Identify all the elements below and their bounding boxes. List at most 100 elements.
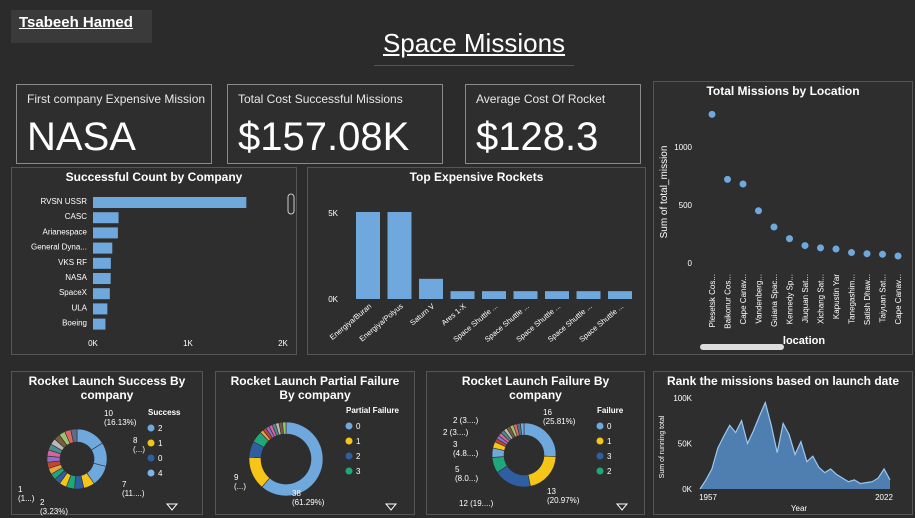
scatter-point — [786, 235, 793, 243]
kpi-value: $157.08K — [238, 115, 410, 159]
data-label: 7 — [122, 480, 127, 489]
legend-label: 1 — [356, 437, 361, 446]
bar — [513, 291, 538, 299]
category-label: Kennedy Sp... — [786, 274, 795, 324]
author-label: Tsabeeh Hamed — [11, 10, 152, 43]
legend-swatch — [596, 437, 604, 445]
data-label: 2 (3....) — [453, 416, 479, 425]
legend-swatch — [345, 422, 353, 430]
data-label: 1 — [18, 485, 23, 494]
legend-swatch — [147, 469, 155, 477]
bar — [356, 212, 380, 299]
data-label: 9 — [234, 473, 239, 482]
category-label: Xichang Sat... — [817, 274, 826, 324]
category-label: Boeing — [62, 319, 87, 328]
rockets-bar-panel: Top Expensive Rockets 5K 0K Energiya/Buran… — [307, 167, 646, 355]
success-donut-chart: Success210410(16.13%)8(...)7(11....)2(3.… — [18, 408, 181, 516]
category-label: Ares 1-X — [440, 302, 468, 328]
data-label: 8 — [133, 436, 138, 445]
y-axis-label: Sum of running total — [659, 415, 666, 478]
scrollbar-thumb — [700, 344, 784, 350]
y-tick-label: 0K — [682, 485, 692, 494]
data-label: (4.8....) — [453, 449, 479, 458]
data-label: (...) — [234, 482, 246, 491]
company-bar-panel: Successful Count by Company RVSN USSR CAS… — [11, 167, 297, 355]
data-label: (61.29%) — [292, 498, 325, 507]
x-tick-label: 2022 — [875, 493, 893, 502]
bar — [93, 257, 111, 269]
data-label: 2 (3....) — [443, 428, 469, 437]
data-label: 2 — [40, 498, 45, 507]
category-label: Tanegashim... — [848, 274, 857, 324]
legend-label: 0 — [607, 422, 612, 431]
category-label: ULA — [71, 303, 87, 312]
rank-area-panel: Rank the missions based on launch date 1… — [653, 371, 913, 515]
category-label: Satish Dhaw... — [863, 274, 872, 325]
data-label: 16 — [543, 408, 552, 417]
category-label: Kapustin Yar — [832, 274, 841, 319]
legend-title: Success — [148, 408, 181, 417]
data-label: (8.0...) — [455, 474, 478, 483]
data-label: (1...) — [18, 494, 35, 503]
y-axis-label: Sum of total_mission — [659, 146, 670, 239]
data-label: 10 — [104, 409, 113, 418]
scatter-point — [801, 242, 809, 250]
scatter-point — [739, 180, 747, 188]
data-label: (11....) — [122, 489, 145, 498]
bar — [387, 212, 412, 299]
kpi-label: Average Cost Of Rocket — [476, 92, 606, 106]
category-label: Plesetsk Cos... — [708, 274, 717, 327]
location-scatter-chart: 1000 500 0 Sum of total_mission Plesetsk Cos… — [659, 110, 903, 350]
scatter-point — [708, 110, 716, 118]
x-axis-label: location — [783, 335, 825, 347]
expand-icon — [384, 503, 398, 511]
pie-slice — [523, 422, 557, 457]
scatter-point — [848, 249, 855, 257]
bar — [93, 318, 106, 330]
scatter-point — [863, 250, 871, 258]
y-tick-label: 0 — [688, 259, 693, 268]
bar — [450, 291, 475, 299]
y-tick-label: 5K — [328, 209, 338, 218]
y-tick-label: 100K — [673, 394, 692, 403]
kpi-card-expensive: First company Expensive Mission NASA — [16, 84, 212, 164]
bar — [576, 291, 601, 299]
rockets-bar-chart: 5K0KEnergiya/BuranEnergiya/Polyus Saturn … — [328, 209, 632, 344]
data-label: 5 — [455, 465, 460, 474]
bar — [93, 197, 247, 208]
x-tick-label: 1K — [183, 339, 193, 348]
bar — [93, 227, 118, 239]
scatter-point — [770, 223, 778, 231]
bar — [545, 291, 569, 299]
pie-slice — [527, 455, 557, 487]
legend-swatch — [596, 467, 604, 475]
legend-title: Failure — [597, 406, 624, 415]
legend-label: 4 — [158, 469, 163, 478]
expand-icon — [615, 503, 629, 511]
expand-icon — [165, 503, 179, 511]
legend-swatch — [147, 424, 155, 432]
bar — [93, 242, 113, 254]
legend-label: 0 — [158, 454, 163, 463]
scatter-point — [832, 245, 840, 253]
legend-swatch — [345, 452, 353, 460]
legend-swatch — [596, 422, 604, 430]
y-tick-label: 0K — [328, 295, 338, 304]
kpi-label: Total Cost Successful Missions — [238, 92, 403, 106]
legend-label: 3 — [607, 452, 612, 461]
data-label: 13 — [547, 487, 556, 496]
x-tick-label: 2K — [278, 339, 288, 348]
legend-swatch — [345, 437, 353, 445]
success-pie-panel: Rocket Launch Success By company Success… — [11, 371, 203, 516]
legend-label: 1 — [607, 437, 612, 446]
legend-label: 1 — [158, 439, 163, 448]
x-tick-label: 1957 — [699, 493, 717, 502]
failure-donut-chart: Failure013216(25.81%)2 (3....)2 (3....)3… — [443, 406, 629, 511]
x-tick-label: 0K — [88, 339, 98, 348]
rank-area-chart: 100K 50K 0K Sum of running total 1957 2022 Yea… — [659, 394, 893, 513]
y-tick-label: 500 — [679, 201, 693, 210]
data-label: 3 — [453, 440, 458, 449]
scatter-point — [879, 250, 886, 258]
x-axis-label: Year — [791, 504, 808, 513]
scatter-point — [817, 244, 824, 252]
